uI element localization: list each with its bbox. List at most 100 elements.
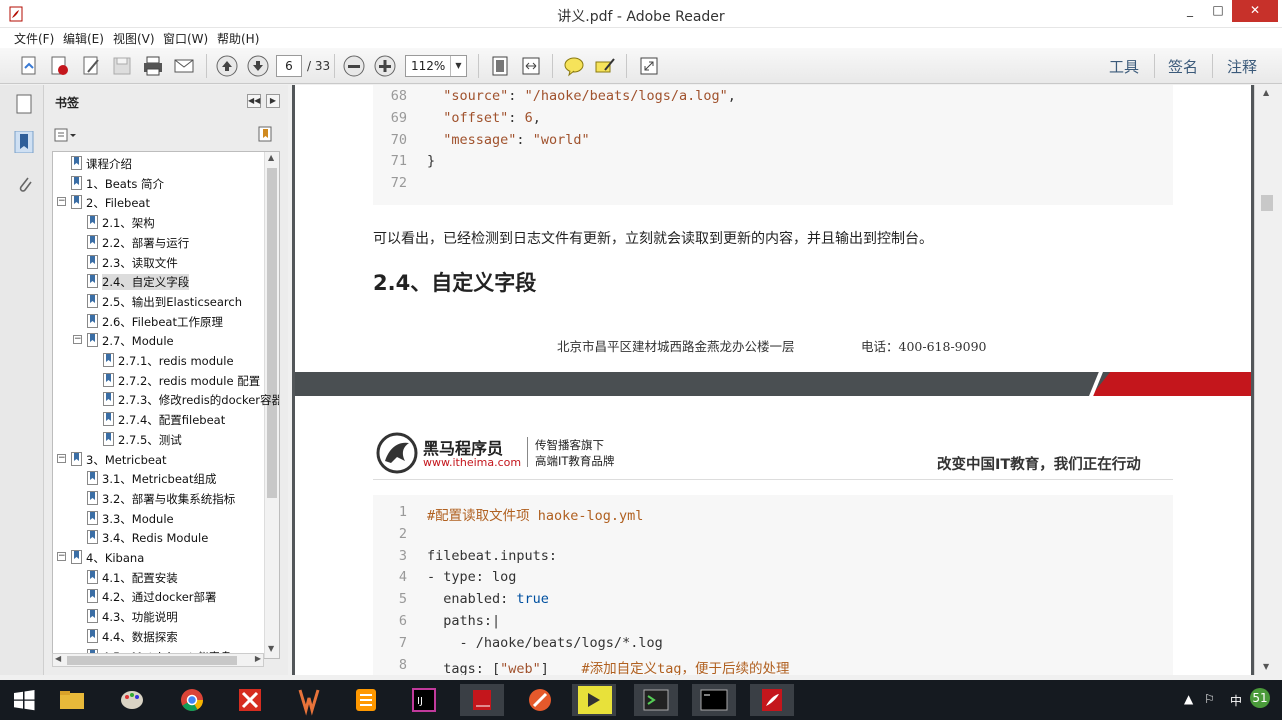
book-app-icon[interactable] [460,684,504,716]
paint-icon[interactable] [110,684,154,716]
header-slogan: 改变中国IT教育，我们正在行动 [937,457,1141,473]
document-scrollbar[interactable]: ▲ ▼ [1254,85,1282,675]
bookmark-icon [87,215,98,230]
create-pdf-icon[interactable] [48,54,72,78]
minimize-button[interactable]: _ [1176,0,1204,22]
bookmarks-panel: 书签 ◀◀ ▶ ▲ ▼ 课程介绍 1、Beats 简介 2、Filebeat − 2.1… [44,85,288,675]
collapse-toggle-icon[interactable]: − [57,197,66,207]
tools-app-icon[interactable] [518,684,562,716]
zoom-out-icon[interactable] [342,54,366,78]
bookmark-icon [87,628,98,643]
terminal-icon[interactable] [692,684,736,716]
intellij-icon[interactable]: IJ [402,684,446,716]
highlight-icon[interactable] [593,54,617,78]
line-number: 5 [398,591,407,608]
bookmark-label: 2.4、自定义字段 [102,274,190,291]
page-thumbnails-icon[interactable] [14,93,34,115]
adobe-reader-taskbar-icon[interactable] [750,684,794,716]
save-icon[interactable] [110,54,134,78]
bookmark-label: 3.4、Redis Module [102,531,209,546]
document-scrollbar-thumb[interactable] [1261,195,1273,211]
line-number: 8 [398,656,407,673]
footer-address: 北京市昌平区建材城西路金燕龙办公楼一层 [557,339,795,354]
collapse-toggle-icon[interactable]: − [57,453,66,463]
bookmark-icon [87,274,98,289]
windows-start-icon[interactable] [2,684,46,716]
tools-button[interactable]: 工具 [1109,56,1139,77]
sublime-icon[interactable] [344,684,388,716]
bookmark-label: 2.6、Filebeat工作原理 [102,314,223,329]
fit-page-icon[interactable] [488,54,512,78]
open-file-icon[interactable] [18,54,42,78]
bookmarks-title: 书签 [55,96,80,110]
sticky-note-icon[interactable] [562,54,586,78]
maximize-button[interactable]: □ [1204,0,1232,22]
bookmark-icon [87,293,98,308]
code-line: 2 [373,526,1173,548]
menu-window[interactable]: 窗口(W) [163,30,208,47]
bookmark-label: 2.5、输出到Elasticsearch [102,294,243,309]
code-text: filebeat.inputs: [427,547,558,564]
scroll-down-icon[interactable]: ▼ [1263,662,1269,671]
codepen-app-icon[interactable] [634,684,678,716]
clock-badge[interactable]: 51 [1250,688,1270,708]
wps-icon[interactable] [286,684,330,716]
full-screen-icon[interactable] [637,54,661,78]
bookmark-options-icon[interactable] [54,127,78,143]
chrome-icon[interactable] [170,684,214,716]
collapse-toggle-icon[interactable]: − [73,335,82,345]
section-heading: 2.4、自定义字段 [373,271,537,295]
ime-indicator[interactable]: 中 [1230,692,1242,709]
document-view[interactable]: 68 "source": "/haoke/beats/logs/a.log", 6… [292,85,1254,675]
expand-panel-icon[interactable]: ▶ [266,94,280,108]
chevron-down-icon[interactable]: ▼ [450,56,466,76]
scroll-up-icon[interactable]: ▲ [268,153,274,162]
page-number-input[interactable]: 6 [276,55,302,77]
tray-expand-icon[interactable]: ▲ [1184,692,1193,706]
sign-button[interactable]: 签名 [1168,56,1198,77]
menu-help[interactable]: 帮助(H) [217,30,259,47]
network-icon[interactable]: ⚐ [1204,692,1215,706]
bookmark-label: 4.1、配置安装 [102,570,178,585]
paragraph: 可以看出，已经检测到日志文件有更新，立刻就会读取到更新的内容，并且输出到控制台。 [373,231,933,247]
bookmark-tree-hscrollbar[interactable]: ◀ ▶ [52,653,264,667]
hscrollbar-thumb[interactable] [67,656,237,665]
collapse-toggle-icon[interactable]: − [57,552,66,561]
line-number: 6 [398,613,407,629]
scrollbar-thumb[interactable] [267,168,277,498]
scroll-left-icon[interactable]: ◀ [55,654,61,663]
code-text: - type: log [427,569,517,586]
bookmark-icon [71,175,82,190]
attachments-icon[interactable] [14,173,34,195]
screen-recorder-icon[interactable] [572,684,616,716]
previous-page-icon[interactable] [215,54,239,78]
page-total: / 33 [307,59,331,73]
code-text: "offset": 6, [443,109,541,126]
bookmark-label: 2.7、Module [102,334,174,349]
menu-edit[interactable]: 编辑(E) [63,30,104,47]
comment-button[interactable]: 注释 [1227,56,1257,77]
close-button[interactable]: ✕ [1232,0,1278,22]
email-icon[interactable] [172,54,196,78]
print-icon[interactable] [141,54,165,78]
edit-pdf-icon[interactable] [80,54,104,78]
file-explorer-icon[interactable] [50,684,94,716]
new-bookmark-icon[interactable] [257,125,275,143]
xmind-icon[interactable] [228,684,272,716]
bookmarks-icon[interactable] [14,131,34,153]
bookmark-icon [87,254,98,269]
zoom-level-select[interactable]: 112% ▼ [405,55,467,77]
scroll-right-icon[interactable]: ▶ [255,654,261,663]
next-page-icon[interactable] [246,54,270,78]
menu-view[interactable]: 视图(V) [113,30,155,47]
navigation-rail [0,85,44,675]
menu-file[interactable]: 文件(F) [14,30,54,47]
collapse-panel-icon[interactable]: ◀◀ [247,94,261,108]
line-number: 7 [398,634,407,651]
scroll-down-icon[interactable]: ▼ [268,644,274,653]
zoom-in-icon[interactable] [373,54,397,78]
bookmark-label: 3.3、Module [102,511,174,526]
fit-width-icon[interactable] [519,54,543,78]
pdf-page-6: 黑马程序员 www.itheima.com 传智播客旗下 高端IT教育品牌 改变… [295,403,1251,675]
scroll-up-icon[interactable]: ▲ [1263,88,1269,97]
